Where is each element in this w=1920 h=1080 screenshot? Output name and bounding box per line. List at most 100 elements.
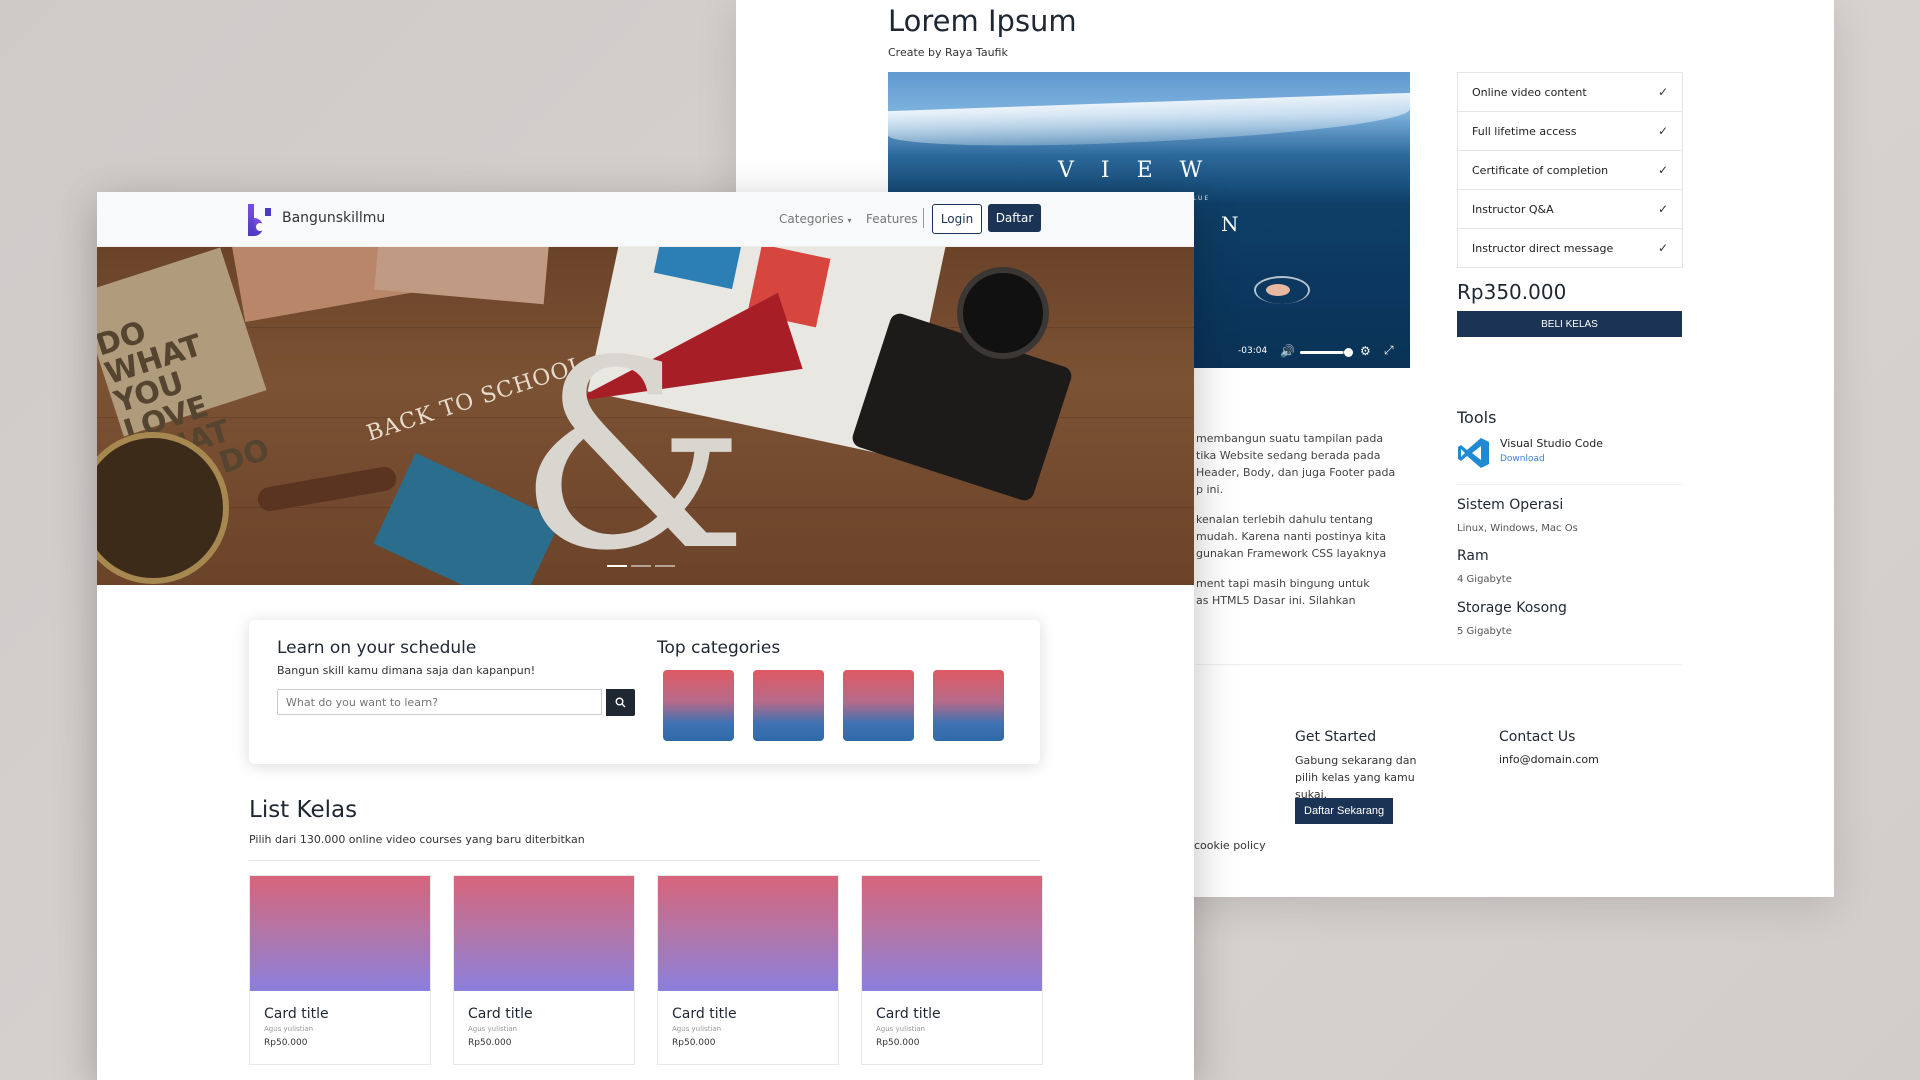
course-thumbnail [658, 876, 838, 991]
top-categories-title: Top categories [657, 638, 781, 658]
spec-value: 5 Gigabyte [1457, 626, 1512, 637]
category-tile[interactable] [933, 670, 1004, 741]
video-time: -03:04 [1238, 346, 1268, 356]
course-list-title: List Kelas [249, 797, 358, 823]
description-line: gunakan Framework CSS layaknya [1196, 547, 1387, 560]
feature-label: Online video content [1472, 85, 1587, 99]
hero-camera [850, 311, 1074, 503]
check-icon: ✓ [1657, 241, 1668, 255]
search-input[interactable] [277, 689, 602, 715]
nav-categories-dropdown[interactable]: Categories ▾ [779, 212, 852, 226]
caret-down-icon: ▾ [847, 216, 852, 225]
search-button[interactable] [606, 689, 635, 716]
course-card[interactable]: Card title Agus yulistian Rp50.000 [657, 875, 839, 1065]
tools-heading: Tools [1457, 408, 1497, 427]
fullscreen-icon[interactable]: ⤢ [1384, 343, 1394, 358]
hero-carousel[interactable]: DO WHAT YOU LOVE WHAT YOU DO BACK TO SCH… [97, 247, 1194, 585]
feature-label: Full lifetime access [1472, 124, 1577, 138]
course-card-price: Rp50.000 [468, 1038, 512, 1048]
description-line: ment tapi masih bingung untuk [1196, 577, 1370, 590]
course-description: membangun suatu tampilan pada tika Websit… [1196, 430, 1416, 622]
description-line: kenalan terlebih dahulu tentang [1196, 513, 1373, 526]
spec-label: Ram [1457, 548, 1489, 564]
course-card-price: Rp50.000 [876, 1038, 920, 1048]
contact-heading: Contact Us [1499, 729, 1576, 745]
carousel-indicator[interactable] [631, 565, 651, 567]
register-now-button[interactable]: Daftar Sekarang [1295, 798, 1394, 824]
wave-crest [888, 92, 1410, 152]
video-overlay-letter: N [1221, 212, 1239, 236]
feature-item: Full lifetime access ✓ [1458, 112, 1682, 151]
video-overlay-subtext: LUE [1193, 195, 1211, 202]
course-card-title: Card title [876, 1006, 941, 1022]
category-tile[interactable] [843, 670, 914, 741]
volume-icon[interactable]: 🔊 [1280, 344, 1295, 358]
course-thumbnail [454, 876, 634, 991]
course-card-author: Agus yulistian [672, 1025, 722, 1033]
feature-label: Instructor direct message [1472, 241, 1614, 255]
cookie-policy-link[interactable]: cookie policy [1194, 839, 1266, 852]
buy-course-button[interactable]: BELI KELAS [1457, 311, 1682, 337]
search-card: Learn on your schedule Bangun skill kamu… [249, 620, 1040, 764]
spec-label: Storage Kosong [1457, 600, 1567, 616]
tool-name: Visual Studio Code [1500, 437, 1604, 450]
course-card-price: Rp50.000 [264, 1038, 308, 1048]
search-card-subtitle: Bangun skill kamu dimana saja dan kapanp… [277, 664, 536, 677]
course-thumbnail [250, 876, 430, 991]
check-icon: ✓ [1657, 163, 1668, 177]
spec-value: Linux, Windows, Mac Os [1457, 523, 1578, 534]
description-line: Header, Body, dan juga Footer pada [1196, 466, 1396, 479]
camera-lens [957, 267, 1049, 359]
course-card[interactable]: Card title Agus yulistian Rp50.000 [249, 875, 431, 1065]
vscode-icon [1458, 438, 1489, 468]
login-button[interactable]: Login [932, 204, 982, 234]
get-started-text: Gabung sekarang dan pilih kelas yang kam… [1295, 754, 1417, 801]
gear-icon[interactable]: ⚙ [1360, 344, 1371, 358]
brand-name[interactable]: Bangunskillmu [282, 210, 385, 226]
course-card-title: Card title [672, 1006, 737, 1022]
check-icon: ✓ [1657, 124, 1668, 138]
homepage-window: Bangunskillmu Categories ▾ Features Logi… [97, 192, 1194, 1080]
tool-download-link[interactable]: Download [1500, 454, 1545, 464]
volume-knob[interactable] [1344, 348, 1353, 357]
nav-categories-label: Categories [779, 212, 844, 226]
divider [1457, 484, 1682, 485]
search-icon [615, 697, 626, 708]
course-title: Lorem Ipsum [888, 4, 1077, 38]
description-line: mudah. Karena nanti postinya kita [1196, 530, 1386, 543]
check-icon: ✓ [1657, 202, 1668, 216]
course-list-subtitle: Pilih dari 130.000 online video courses … [249, 833, 585, 846]
description-line: tika Website sedang berada pada [1196, 449, 1381, 462]
course-card-price: Rp50.000 [672, 1038, 716, 1048]
description-line: membangun suatu tampilan pada [1196, 432, 1384, 445]
course-thumbnail [862, 876, 1042, 991]
carousel-indicators[interactable] [607, 565, 675, 567]
shirt-stripe [653, 247, 745, 290]
feature-list: Online video content ✓ Full lifetime acce… [1457, 72, 1683, 268]
carousel-indicator[interactable] [607, 565, 627, 567]
feature-item: Instructor Q&A ✓ [1458, 190, 1682, 229]
hero-ampersand: & [517, 306, 749, 585]
get-started-heading: Get Started [1295, 729, 1377, 745]
carousel-indicator[interactable] [655, 565, 675, 567]
nav-features-link[interactable]: Features [866, 212, 918, 226]
description-line: as HTML5 Dasar ini. Silahkan [1196, 594, 1356, 607]
category-tile[interactable] [753, 670, 824, 741]
check-icon: ✓ [1657, 85, 1668, 99]
contact-email[interactable]: info@domain.com [1499, 753, 1599, 766]
feature-label: Instructor Q&A [1472, 202, 1554, 216]
divider [1196, 664, 1682, 665]
spec-value: 4 Gigabyte [1457, 574, 1512, 585]
category-tile[interactable] [663, 670, 734, 741]
volume-slider[interactable] [1300, 351, 1350, 354]
register-button[interactable]: Daftar [988, 204, 1041, 232]
spec-label: Sistem Operasi [1457, 497, 1564, 513]
course-card-title: Card title [264, 1006, 329, 1022]
course-creator: Create by Raya Taufik [888, 46, 1008, 59]
course-price: Rp350.000 [1457, 280, 1567, 304]
course-card[interactable]: Card title Agus yulistian Rp50.000 [453, 875, 635, 1065]
volume-fill [1300, 351, 1343, 354]
course-card[interactable]: Card title Agus yulistian Rp50.000 [861, 875, 1043, 1065]
divider [249, 860, 1040, 861]
video-overlay-text: V I E W [1058, 158, 1213, 183]
